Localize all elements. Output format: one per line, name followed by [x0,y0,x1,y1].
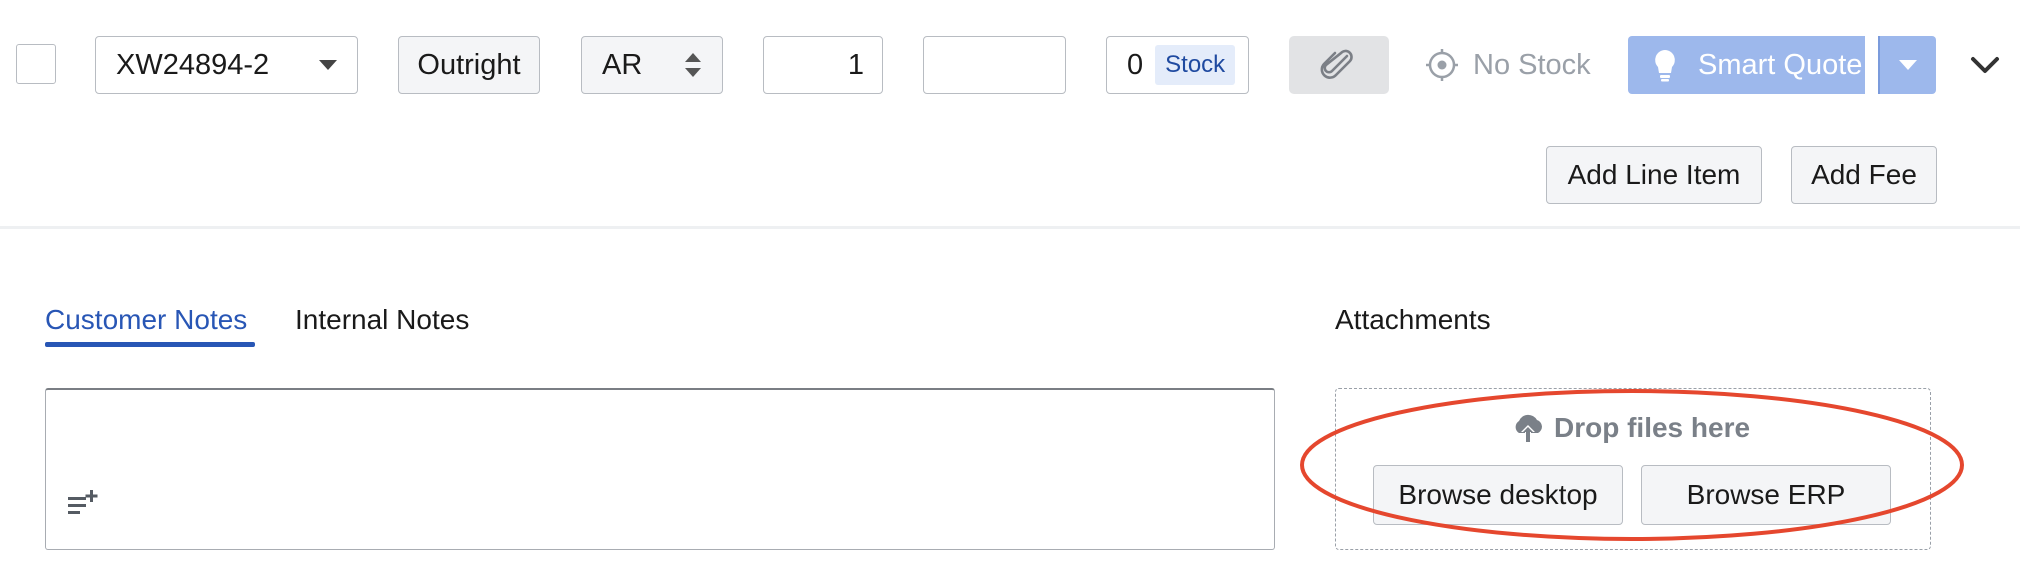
paperclip-icon [1320,49,1353,79]
no-stock-label: No Stock [1473,48,1591,81]
active-tab-indicator [45,342,255,347]
smart-quote-label: Smart Quote [1698,48,1863,81]
browse-erp-label: Browse ERP [1686,479,1846,510]
quantity-input[interactable]: 1 [763,36,883,94]
crosshair-icon [1426,49,1458,81]
sort-arrows-icon [685,53,701,77]
part-number-select[interactable]: XW24894-2 [95,36,358,94]
add-fee-label: Add Fee [1811,159,1917,190]
stock-count: 0 [1127,48,1144,81]
browse-desktop-button[interactable]: Browse desktop [1373,465,1623,525]
attach-button[interactable] [1289,36,1389,94]
smart-quote-dropdown-button[interactable] [1878,36,1936,94]
collapse-row-button[interactable] [1968,50,2002,80]
no-stock-indicator: No Stock [1425,44,1591,86]
stock-field[interactable]: 0 Stock [1106,36,1249,94]
condition-code-select[interactable]: AR [581,36,723,94]
stock-tag: Stock [1155,45,1236,85]
notes-textarea[interactable] [45,388,1275,550]
select-row-checkbox[interactable] [16,44,56,84]
add-line-item-button[interactable]: Add Line Item [1546,146,1762,204]
condition-label: Outright [417,48,521,81]
add-fee-button[interactable]: Add Fee [1791,146,1937,204]
caret-down-icon [319,60,337,70]
part-number-value: XW24894-2 [116,48,270,81]
drop-files-label: Drop files here [1554,412,1751,443]
drop-files-prompt: Drop files here [1510,408,1750,448]
browse-desktop-label: Browse desktop [1398,479,1598,510]
add-line-item-label: Add Line Item [1567,159,1741,190]
add-list-icon[interactable] [66,488,100,518]
condition-button[interactable]: Outright [398,36,540,94]
lightbulb-icon [1655,50,1675,82]
browse-erp-button[interactable]: Browse ERP [1641,465,1891,525]
attachments-heading: Attachments [1335,304,1491,335]
cloud-upload-icon [1515,414,1542,443]
chevron-down-icon [1971,57,1999,73]
tab-customer-notes[interactable]: Customer Notes [45,304,247,336]
price-input[interactable] [923,36,1066,94]
caret-down-icon [1899,60,1917,70]
tab-internal-notes[interactable]: Internal Notes [295,304,469,336]
section-divider [0,226,2020,229]
condition-code-value: AR [602,48,643,81]
quantity-value: 1 [847,48,864,81]
smart-quote-button[interactable]: Smart Quote [1628,36,1865,94]
